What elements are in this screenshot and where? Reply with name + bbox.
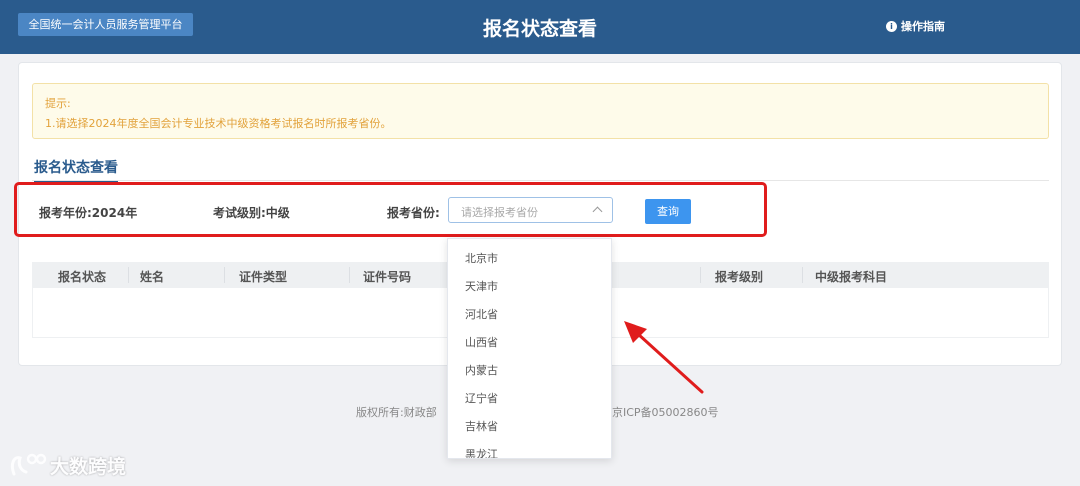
watermark-text: 大数跨境 — [50, 455, 127, 478]
watermark: 大数跨境 — [8, 450, 126, 480]
footer: 版权所有:财政部 京ICP备05002860号 — [0, 404, 1080, 420]
footer-copyright: 版权所有:财政部 — [356, 406, 437, 419]
watermark-logo-icon — [10, 453, 47, 476]
footer-icp[interactable]: 京ICP备05002860号 — [612, 404, 719, 420]
